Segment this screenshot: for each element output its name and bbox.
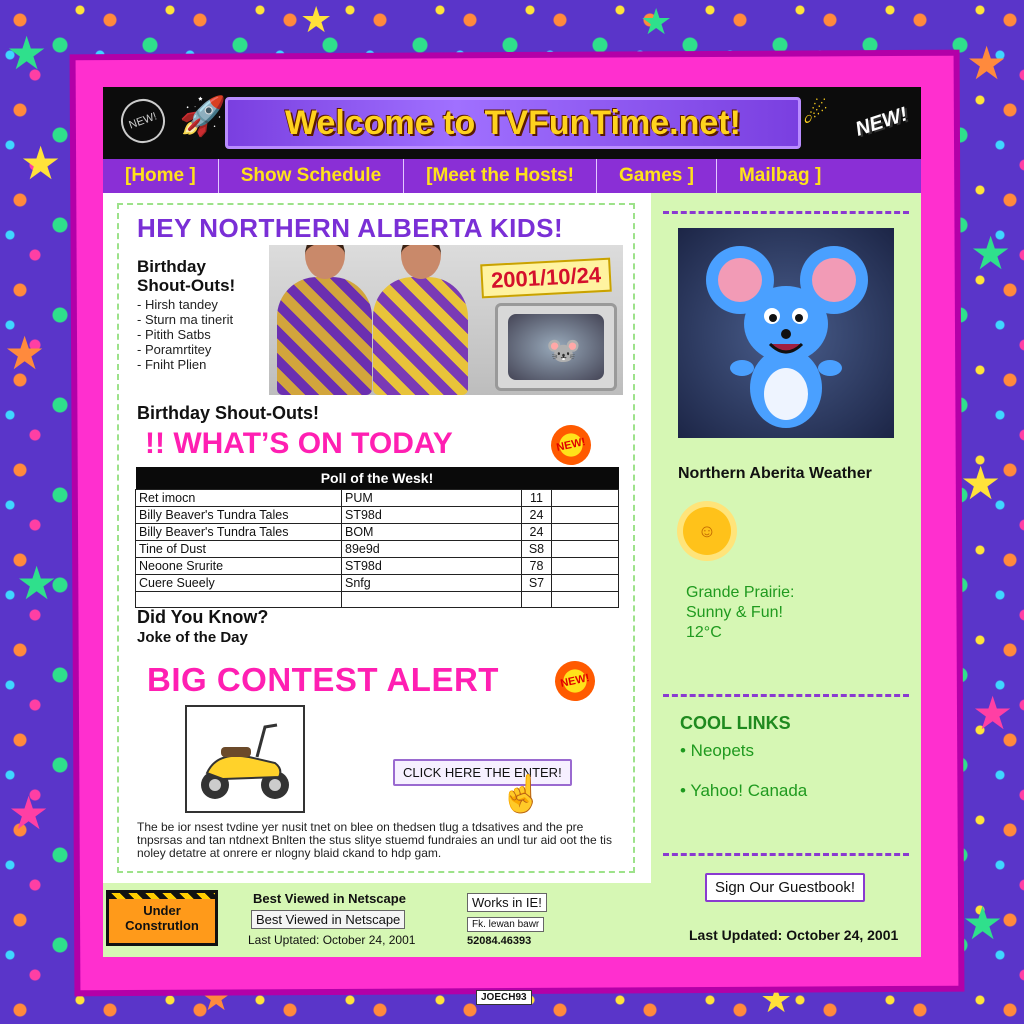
new-burst-icon: NEW! bbox=[547, 421, 595, 469]
new-burst-icon: NEW! bbox=[551, 657, 599, 705]
page-heading: HEY NORTHERN ALBERTA KIDS! bbox=[137, 213, 564, 243]
weather-condition: Sunny & Fun! bbox=[686, 604, 783, 621]
did-you-know-heading: Did You Know? bbox=[137, 607, 269, 627]
divider bbox=[663, 853, 909, 856]
background-star-icon: ★ bbox=[960, 457, 1002, 509]
mouse-icon: 🐭 bbox=[546, 335, 581, 366]
footer-last-updated: Last Uptated: October 24, 2001 bbox=[248, 933, 416, 947]
hosts-photo: 2001/10/24 🐭 bbox=[269, 245, 623, 395]
list-item: Poramrtitey bbox=[137, 342, 233, 357]
background-star-icon: ★ bbox=[8, 787, 50, 839]
weather-info: Grande Prairie: Sunny & Fun! 12°C bbox=[686, 583, 795, 643]
list-item: Pitith Satbs bbox=[137, 327, 233, 342]
background-star-icon: ★ bbox=[640, 1, 673, 42]
small-badge[interactable]: Fk. lewan bawr bbox=[467, 917, 545, 932]
nav-item-show-schedule[interactable]: Show Schedule bbox=[219, 159, 405, 193]
nav-item-mailbag[interactable]: Mailbag ] bbox=[717, 159, 843, 193]
table-row: Cuere Sueely Snfg S7 bbox=[135, 574, 619, 592]
scooter-icon bbox=[201, 723, 289, 799]
background-star-icon: ★ bbox=[6, 27, 48, 79]
poll-title: Poll of the Wesk! bbox=[135, 467, 619, 490]
poll-table: Poll of the Wesk! Ret imocn PUM 11 Billy B… bbox=[135, 467, 619, 608]
new-badge: NEW! bbox=[852, 103, 911, 141]
background-star-icon: ★ bbox=[4, 327, 46, 379]
table-row: Billy Beaver's Tundra Tales BOM 24 bbox=[135, 523, 619, 541]
divider bbox=[663, 694, 909, 697]
tv-icon: 🐭 bbox=[495, 303, 617, 391]
mouse-mascot-icon bbox=[706, 246, 868, 428]
divider bbox=[663, 211, 909, 214]
table-row: Tine of Dust 89e9d S8 bbox=[135, 540, 619, 558]
background-star-icon: ★ bbox=[16, 557, 58, 609]
page-container: NEW! 🚀 Welcome to TVFunTime.net! ☄ NEW! … bbox=[103, 87, 921, 957]
host-figure bbox=[373, 245, 468, 395]
link-neopets[interactable]: • Neopets bbox=[680, 741, 754, 761]
list-item: Sturn ma tinerit bbox=[137, 312, 233, 327]
background-star-icon: ★ bbox=[962, 897, 1004, 949]
background-star-icon: ★ bbox=[300, 0, 333, 40]
works-in-ie-badge[interactable]: Works in IE! bbox=[467, 893, 547, 912]
weather-location: Grande Prairie: bbox=[686, 584, 795, 601]
birthday-list: Hirsh tandey Sturn ma tinerit Pitith Sat… bbox=[137, 297, 233, 372]
background-star-icon: ★ bbox=[20, 137, 62, 189]
enter-contest-button[interactable]: CLICK HERE THE ENTER! bbox=[393, 759, 572, 786]
best-viewed-label: Best Viewed in Netscape bbox=[253, 891, 406, 906]
host-figure bbox=[277, 245, 372, 395]
background-star-icon: ★ bbox=[760, 979, 793, 1020]
comet-icon: ☄ bbox=[803, 98, 829, 129]
table-row bbox=[135, 591, 619, 608]
scooter-image bbox=[185, 705, 305, 813]
sign-guestbook-button[interactable]: Sign Our Guestbook! bbox=[705, 873, 866, 902]
birthday-heading: Birthday Shout-Outs! bbox=[137, 257, 236, 295]
table-row: Billy Beaver's Tundra Tales ST98d 24 bbox=[135, 506, 619, 524]
visitor-counter: 52084.46393 bbox=[467, 935, 532, 947]
contest-heading: BIG CONTEST ALERT bbox=[147, 661, 499, 698]
satellite-icon: NEW! bbox=[114, 92, 172, 150]
fundraiser-text: The be ior nsest tvdine yer nusit tnet o… bbox=[137, 820, 612, 860]
nav-item-meet-the-hosts[interactable]: [Meet the Hosts! bbox=[404, 159, 597, 193]
site-title: Welcome to TVFunTime.net! bbox=[225, 97, 801, 149]
table-row: Neoone Srurite ST98d 78 bbox=[135, 557, 619, 575]
cool-links-heading: COOL LINKS bbox=[680, 713, 791, 733]
mascot-photo bbox=[678, 228, 894, 438]
sun-icon: ☺ bbox=[683, 507, 731, 555]
whats-on-heading: !! WHAT’S ON TODAY bbox=[145, 427, 453, 460]
best-viewed-badge[interactable]: Best Viewed in Netscape bbox=[251, 910, 406, 929]
background-star-icon: ★ bbox=[966, 37, 1008, 89]
hit-counter: JOECH93 bbox=[476, 990, 532, 1005]
weather-title: Northern Aberita Weather bbox=[678, 465, 872, 482]
under-construction-badge: Under Construtlon bbox=[106, 890, 218, 946]
weather-temperature: 12°C bbox=[686, 624, 722, 641]
main-content-border: HEY NORTHERN ALBERTA KIDS! Birthday Shou… bbox=[117, 203, 635, 873]
background-star-icon: ★ bbox=[972, 687, 1014, 739]
rocket-icon: 🚀 bbox=[179, 96, 227, 138]
nav-item-games[interactable]: Games ] bbox=[597, 159, 717, 193]
birthday-heading-2: Birthday Shout-Outs! bbox=[137, 403, 319, 423]
nav-item-home[interactable]: [Home ] bbox=[103, 159, 219, 193]
link-yahoo-canada[interactable]: • Yahoo! Canada bbox=[680, 781, 807, 801]
background-star-icon: ★ bbox=[970, 227, 1012, 279]
hand-cursor-icon: ☝ bbox=[499, 773, 544, 814]
list-item: Fniht Plien bbox=[137, 357, 233, 372]
list-item: Hirsh tandey bbox=[137, 297, 233, 312]
main-content: HEY NORTHERN ALBERTA KIDS! Birthday Shou… bbox=[103, 193, 651, 883]
site-banner: NEW! 🚀 Welcome to TVFunTime.net! ☄ NEW! bbox=[103, 87, 921, 159]
main-nav: [Home ] Show Schedule [Meet the Hosts! G… bbox=[103, 159, 921, 193]
table-row: Ret imocn PUM 11 bbox=[135, 489, 619, 507]
joke-heading: Joke of the Day bbox=[137, 629, 248, 646]
date-sign: 2001/10/24 bbox=[480, 257, 612, 299]
under-construction-label: Under Construtlon bbox=[125, 903, 199, 933]
last-updated: Last Updated: October 24, 2001 bbox=[689, 927, 899, 943]
